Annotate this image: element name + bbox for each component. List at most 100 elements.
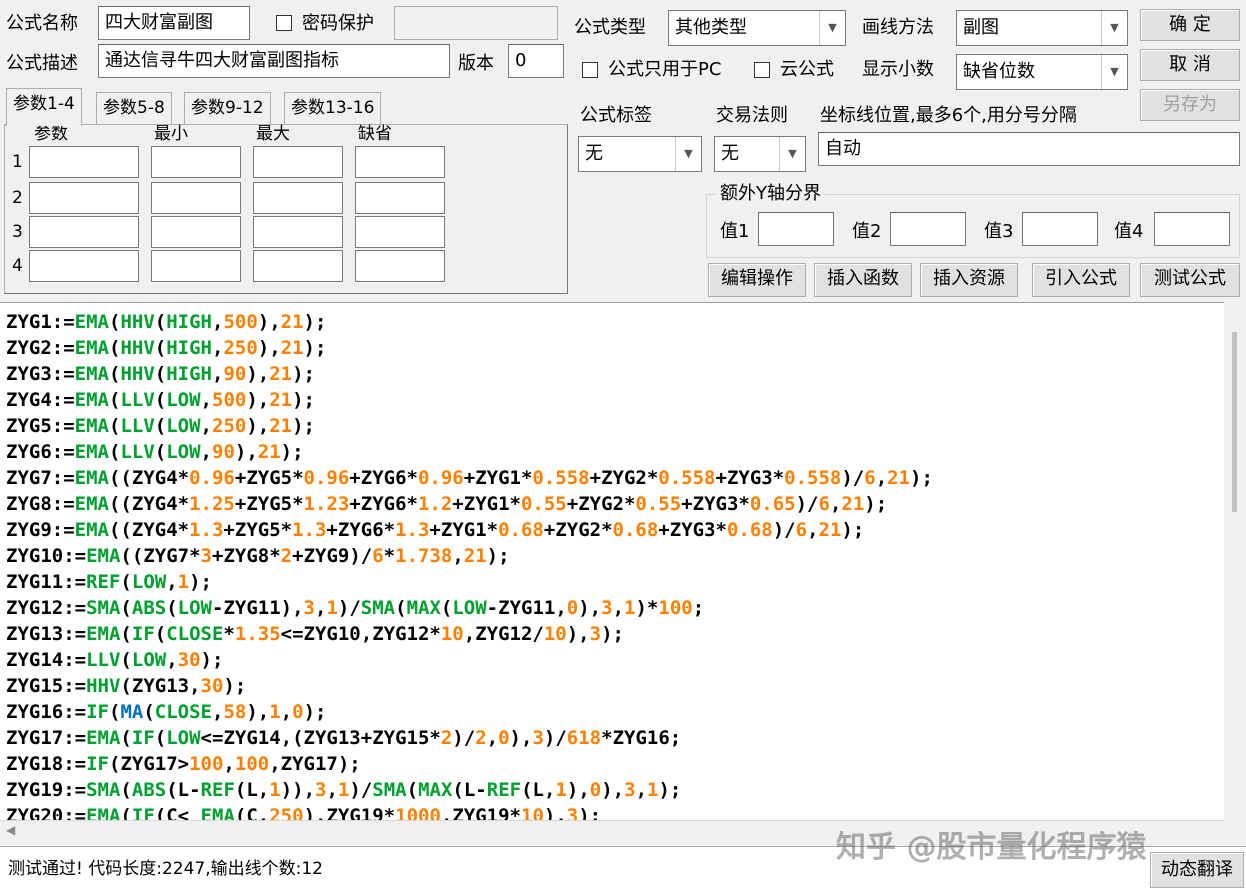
code-line[interactable]: ZYG10:=EMA((ZYG7*3+ZYG8*2+ZYG9)/6*1.738,… [6,543,933,569]
code-content[interactable]: ZYG1:=EMA(HHV(HIGH,500),21); ZYG2:=EMA(HH… [6,309,933,820]
translate-button[interactable]: 动态翻译 [1150,852,1244,888]
param-3-min[interactable] [151,216,241,248]
param-1-name[interactable] [29,146,139,178]
code-line[interactable]: ZYG7:=EMA((ZYG4*0.96+ZYG5*0.96+ZYG6*0.96… [6,465,933,491]
param-2-name[interactable] [29,182,139,214]
decimals-value: 缺省位数 [963,61,1035,82]
param-4-default[interactable] [355,250,445,282]
chevron-down-icon[interactable]: ▼ [1101,11,1127,45]
coord-input[interactable]: 自动 [818,132,1240,166]
code-line[interactable]: ZYG8:=EMA((ZYG4*1.25+ZYG5*1.23+ZYG6*1.2+… [6,491,933,517]
param-2-min[interactable] [151,182,241,214]
code-line[interactable]: ZYG1:=EMA(HHV(HIGH,500),21); [6,309,933,335]
trade-rule-select[interactable]: 无 ▼ [714,136,806,172]
code-line[interactable]: ZYG17:=EMA(IF(LOW<=ZYG14,(ZYG13+ZYG15*2)… [6,725,933,751]
param-3-name[interactable] [29,216,139,248]
value3-input[interactable] [1022,212,1098,246]
tab-params-5-8[interactable]: 参数5-8 [96,92,172,124]
draw-method-label: 画线方法 [862,17,934,38]
param-1-min[interactable] [151,146,241,178]
trade-rule-value: 无 [721,143,739,164]
edit-ops-button[interactable]: 编辑操作 [708,263,806,297]
formula-type-select[interactable]: 其他类型 ▼ [668,10,846,46]
formula-name-label: 公式名称 [6,13,78,34]
code-line[interactable]: ZYG11:=REF(LOW,1); [6,569,933,595]
formula-desc-label: 公式描述 [6,53,78,74]
param-row-num: 3 [12,222,23,242]
chevron-down-icon[interactable]: ▼ [779,137,805,171]
formula-tag-label: 公式标签 [580,105,652,126]
code-line[interactable]: ZYG6:=EMA(LLV(LOW,90),21); [6,439,933,465]
version-input[interactable]: 0 [508,44,564,78]
param-2-max[interactable] [253,182,343,214]
formula-type-value: 其他类型 [675,17,747,38]
param-3-max[interactable] [253,216,343,248]
code-line[interactable]: ZYG9:=EMA((ZYG4*1.3+ZYG5*1.3+ZYG6*1.3+ZY… [6,517,933,543]
value3-label: 值3 [984,221,1014,242]
param-1-max[interactable] [253,146,343,178]
formula-name-input[interactable]: 四大财富副图 [98,6,250,40]
arrow-left-icon[interactable]: ◀ [6,823,15,837]
ok-button[interactable]: 确 定 [1140,9,1240,41]
vertical-scrollbar[interactable] [1224,302,1246,820]
code-line[interactable]: ZYG4:=EMA(LLV(LOW,500),21); [6,387,933,413]
param-4-max[interactable] [253,250,343,282]
value1-input[interactable] [758,212,834,246]
param-4-min[interactable] [151,250,241,282]
code-line[interactable]: ZYG15:=HHV(ZYG13,30); [6,673,933,699]
scroll-thumb[interactable] [1232,332,1237,512]
value2-label: 值2 [852,221,882,242]
tab-params-1-4[interactable]: 参数1-4 [6,88,82,126]
code-line[interactable]: ZYG12:=SMA(ABS(LOW-ZYG11),3,1)/SMA(MAX(L… [6,595,933,621]
test-formula-button[interactable]: 测试公式 [1140,263,1240,297]
formula-tag-select[interactable]: 无 ▼ [578,136,702,172]
draw-method-select[interactable]: 副图 ▼ [956,10,1128,46]
code-line[interactable]: ZYG2:=EMA(HHV(HIGH,250),21); [6,335,933,361]
chevron-down-icon[interactable]: ▼ [675,137,701,171]
value2-input[interactable] [890,212,966,246]
param-row-num: 4 [12,256,23,276]
formula-type-label: 公式类型 [574,17,646,38]
decimals-select[interactable]: 缺省位数 ▼ [956,54,1128,90]
code-line[interactable]: ZYG13:=EMA(IF(CLOSE*1.35<=ZYG10,ZYG12*10… [6,621,933,647]
password-input[interactable] [394,6,558,40]
param-4-name[interactable] [29,250,139,282]
code-line[interactable]: ZYG5:=EMA(LLV(LOW,250),21); [6,413,933,439]
version-label: 版本 [458,53,494,74]
status-text: 测试通过! 代码长度:2247,输出线个数:12 [8,859,323,879]
param-3-default[interactable] [355,216,445,248]
save-as-button[interactable]: 另存为 [1140,89,1240,121]
col-min: 最小 [154,124,188,144]
code-line[interactable]: ZYG14:=LLV(LOW,30); [6,647,933,673]
param-row-num: 1 [12,152,23,172]
tab-params-9-12[interactable]: 参数9-12 [184,92,271,124]
pc-only-checkbox[interactable] [582,62,598,78]
tab-params-13-16[interactable]: 参数13-16 [284,92,382,124]
cloud-checkbox[interactable] [754,62,770,78]
chevron-down-icon[interactable]: ▼ [819,11,845,45]
cancel-button[interactable]: 取 消 [1140,49,1240,81]
code-line[interactable]: ZYG20:=EMA(IF(C< EMA(C,250),ZYG19*1000,Z… [6,803,933,820]
formula-tag-value: 无 [585,143,603,164]
pc-only-label: 公式只用于PC [608,59,722,80]
insert-resource-button[interactable]: 插入资源 [920,263,1018,297]
code-line[interactable]: ZYG18:=IF(ZYG17>100,100,ZYG17); [6,751,933,777]
import-formula-button[interactable]: 引入公式 [1032,263,1130,297]
chevron-down-icon[interactable]: ▼ [1101,55,1127,89]
extra-y-axis-title: 额外Y轴分界 [716,182,825,206]
cloud-label: 云公式 [780,59,834,80]
decimals-label: 显示小数 [862,59,934,80]
param-2-default[interactable] [355,182,445,214]
code-line[interactable]: ZYG16:=IF(MA(CLOSE,58),1,0); [6,699,933,725]
insert-function-button[interactable]: 插入函数 [814,263,912,297]
value4-input[interactable] [1154,212,1230,246]
code-line[interactable]: ZYG19:=SMA(ABS(L-REF(L,1)),3,1)/SMA(MAX(… [6,777,933,803]
value1-label: 值1 [720,221,750,242]
param-row-num: 2 [12,188,23,208]
code-editor[interactable]: ZYG1:=EMA(HHV(HIGH,500),21); ZYG2:=EMA(HH… [0,302,1246,820]
param-1-default[interactable] [355,146,445,178]
formula-desc-input[interactable]: 通达信寻牛四大财富副图指标 [98,44,450,78]
code-line[interactable]: ZYG3:=EMA(HHV(HIGH,90),21); [6,361,933,387]
password-checkbox[interactable] [276,15,292,31]
coord-label: 坐标线位置,最多6个,用分号分隔 [820,105,1077,126]
